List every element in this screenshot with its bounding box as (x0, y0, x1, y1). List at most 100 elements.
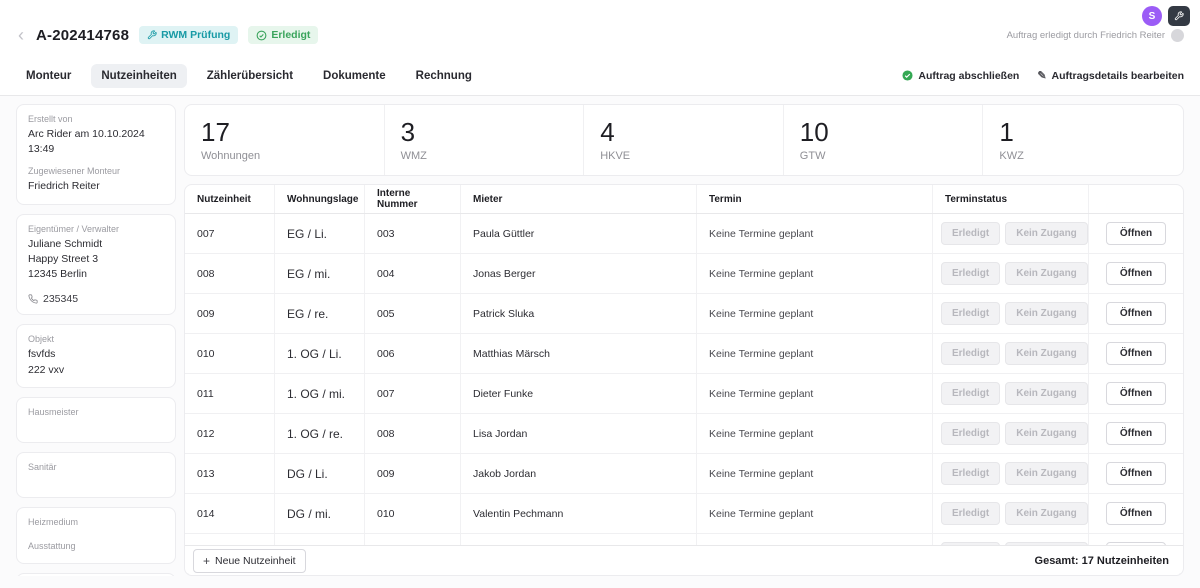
cell-interne-nummer: 006 (365, 334, 461, 373)
oeffnen-button[interactable]: Öffnen (1106, 262, 1166, 285)
cell-open: Öffnen (1089, 254, 1183, 293)
erledigt-button[interactable]: Erledigt (941, 382, 1000, 405)
heizmedium-label: Heizmedium (28, 517, 164, 527)
erledigt-button[interactable]: Erledigt (941, 422, 1000, 445)
rwm-badge-label: RWM Prüfung (161, 29, 230, 41)
info-icon[interactable] (1171, 29, 1184, 42)
table-row: 010 1. OG / Li. 006 Matthias Märsch Kein… (185, 334, 1183, 374)
kein-zugang-button[interactable]: Kein Zugang (1005, 262, 1088, 285)
auftragsdetails-bearbeiten-label: Auftragsdetails bearbeiten (1052, 70, 1184, 82)
cell-open: Öffnen (1089, 294, 1183, 333)
cell-nutzeinheit: 007 (185, 214, 275, 253)
auftragsdetails-bearbeiten-button[interactable]: ✎ Auftragsdetails bearbeiten (1037, 69, 1184, 82)
tools-button[interactable] (1168, 6, 1190, 26)
kein-zugang-button[interactable]: Kein Zugang (1005, 422, 1088, 445)
cell-termin: Keine Termine geplant (697, 294, 933, 333)
owner-phone-row: 235345 (28, 293, 164, 305)
stat-label: GTW (800, 150, 967, 162)
neue-nutzeinheit-button[interactable]: + Neue Nutzeinheit (193, 549, 306, 573)
auftrag-abschliessen-button[interactable]: Auftrag abschließen (902, 70, 1019, 82)
cell-nutzeinheit: 013 (185, 454, 275, 493)
cell-termin: Keine Termine geplant (697, 494, 933, 533)
tab-dokumente[interactable]: Dokumente (313, 64, 396, 88)
cell-open: Öffnen (1089, 414, 1183, 453)
objekt-label: Objekt (28, 334, 164, 344)
topbar: ‹ A-202414768 RWM Prüfung Erledigt Auftr… (0, 0, 1200, 56)
erledigt-button[interactable]: Erledigt (941, 262, 1000, 285)
kein-zugang-button[interactable]: Kein Zugang (1005, 342, 1088, 365)
cell-open: Öffnen (1089, 494, 1183, 533)
cell-termin: Keine Termine geplant (697, 374, 933, 413)
stat-label: WMZ (401, 150, 568, 162)
table-rows: 007 EG / Li. 003 Paula Güttler Keine Ter… (185, 214, 1183, 575)
back-chevron-icon[interactable]: ‹ (16, 26, 26, 44)
pencil-icon: ✎ (1037, 69, 1046, 82)
oeffnen-button[interactable]: Öffnen (1106, 302, 1166, 325)
created-card: Erstellt von Arc Rider am 10.10.2024 13:… (16, 104, 176, 205)
page-title: A-202414768 (36, 27, 129, 44)
sidebar: Erstellt von Arc Rider am 10.10.2024 13:… (16, 104, 176, 576)
oeffnen-button[interactable]: Öffnen (1106, 422, 1166, 445)
rwm-pruefung-badge: RWM Prüfung (139, 26, 238, 44)
erledigt-button[interactable]: Erledigt (941, 302, 1000, 325)
stat-hkve: 4 HKVE (584, 105, 784, 175)
cell-interne-nummer: 009 (365, 454, 461, 493)
cell-interne-nummer: 003 (365, 214, 461, 253)
tab-bar: Monteur Nutzeinheiten Zählerübersicht Do… (0, 56, 1200, 96)
oeffnen-button[interactable]: Öffnen (1106, 382, 1166, 405)
cell-wohnungslage: EG / mi. (275, 254, 365, 293)
wrench-icon (147, 30, 157, 40)
cell-interne-nummer: 010 (365, 494, 461, 533)
tab-zaehleruebersicht[interactable]: Zählerübersicht (197, 64, 303, 88)
table-row: 011 1. OG / mi. 007 Dieter Funke Keine T… (185, 374, 1183, 414)
plus-icon: + (203, 555, 210, 567)
termine-card: Termine (16, 573, 176, 576)
monteur-label: Zugewiesener Monteur (28, 166, 164, 176)
oeffnen-button[interactable]: Öffnen (1106, 342, 1166, 365)
cell-open: Öffnen (1089, 214, 1183, 253)
tab-nutzeinheiten[interactable]: Nutzeinheiten (91, 64, 186, 88)
erledigt-badge-label: Erledigt (271, 29, 310, 41)
oeffnen-button[interactable]: Öffnen (1106, 462, 1166, 485)
cell-terminstatus: Erledigt Kein Zugang (933, 334, 1089, 373)
cell-open: Öffnen (1089, 454, 1183, 493)
topbar-left: ‹ A-202414768 RWM Prüfung Erledigt (16, 26, 318, 44)
erledigt-button[interactable]: Erledigt (941, 222, 1000, 245)
tabs: Monteur Nutzeinheiten Zählerübersicht Do… (16, 64, 482, 88)
stat-wohnungen: 17 Wohnungen (185, 105, 385, 175)
tab-actions: Auftrag abschließen ✎ Auftragsdetails be… (902, 69, 1184, 82)
col-mieter: Mieter (461, 185, 697, 213)
cell-terminstatus: Erledigt Kein Zugang (933, 414, 1089, 453)
cell-wohnungslage: 1. OG / Li. (275, 334, 365, 373)
created-value: Arc Rider am 10.10.2024 13:49 (28, 127, 164, 157)
stat-value: 10 (800, 118, 967, 148)
kein-zugang-button[interactable]: Kein Zugang (1005, 382, 1088, 405)
cell-interne-nummer: 007 (365, 374, 461, 413)
tab-monteur[interactable]: Monteur (16, 64, 81, 88)
cell-wohnungslage: 1. OG / mi. (275, 374, 365, 413)
main-content: 17 Wohnungen 3 WMZ 4 HKVE 10 GTW 1 KWZ (184, 104, 1184, 576)
cell-wohnungslage: EG / re. (275, 294, 365, 333)
objekt-card: Objekt fsvfds 222 vxv (16, 324, 176, 387)
oeffnen-button[interactable]: Öffnen (1106, 502, 1166, 525)
cell-terminstatus: Erledigt Kein Zugang (933, 254, 1089, 293)
col-interne-nummer: Interne Nummer (365, 185, 461, 213)
cell-nutzeinheit: 009 (185, 294, 275, 333)
kein-zugang-button[interactable]: Kein Zugang (1005, 222, 1088, 245)
kein-zugang-button[interactable]: Kein Zugang (1005, 502, 1088, 525)
stat-value: 17 (201, 118, 368, 148)
avatar[interactable]: S (1142, 6, 1162, 26)
tab-rechnung[interactable]: Rechnung (406, 64, 482, 88)
kein-zugang-button[interactable]: Kein Zugang (1005, 302, 1088, 325)
oeffnen-button[interactable]: Öffnen (1106, 222, 1166, 245)
cell-mieter: Lisa Jordan (461, 414, 697, 453)
check-circle-icon (256, 30, 267, 41)
kein-zugang-button[interactable]: Kein Zugang (1005, 462, 1088, 485)
wrench-icon (1174, 11, 1184, 21)
erledigt-button[interactable]: Erledigt (941, 502, 1000, 525)
cell-mieter: Jonas Berger (461, 254, 697, 293)
erledigt-button[interactable]: Erledigt (941, 462, 1000, 485)
erledigt-button[interactable]: Erledigt (941, 342, 1000, 365)
cell-nutzeinheit: 011 (185, 374, 275, 413)
hausmeister-label: Hausmeister (28, 407, 164, 417)
